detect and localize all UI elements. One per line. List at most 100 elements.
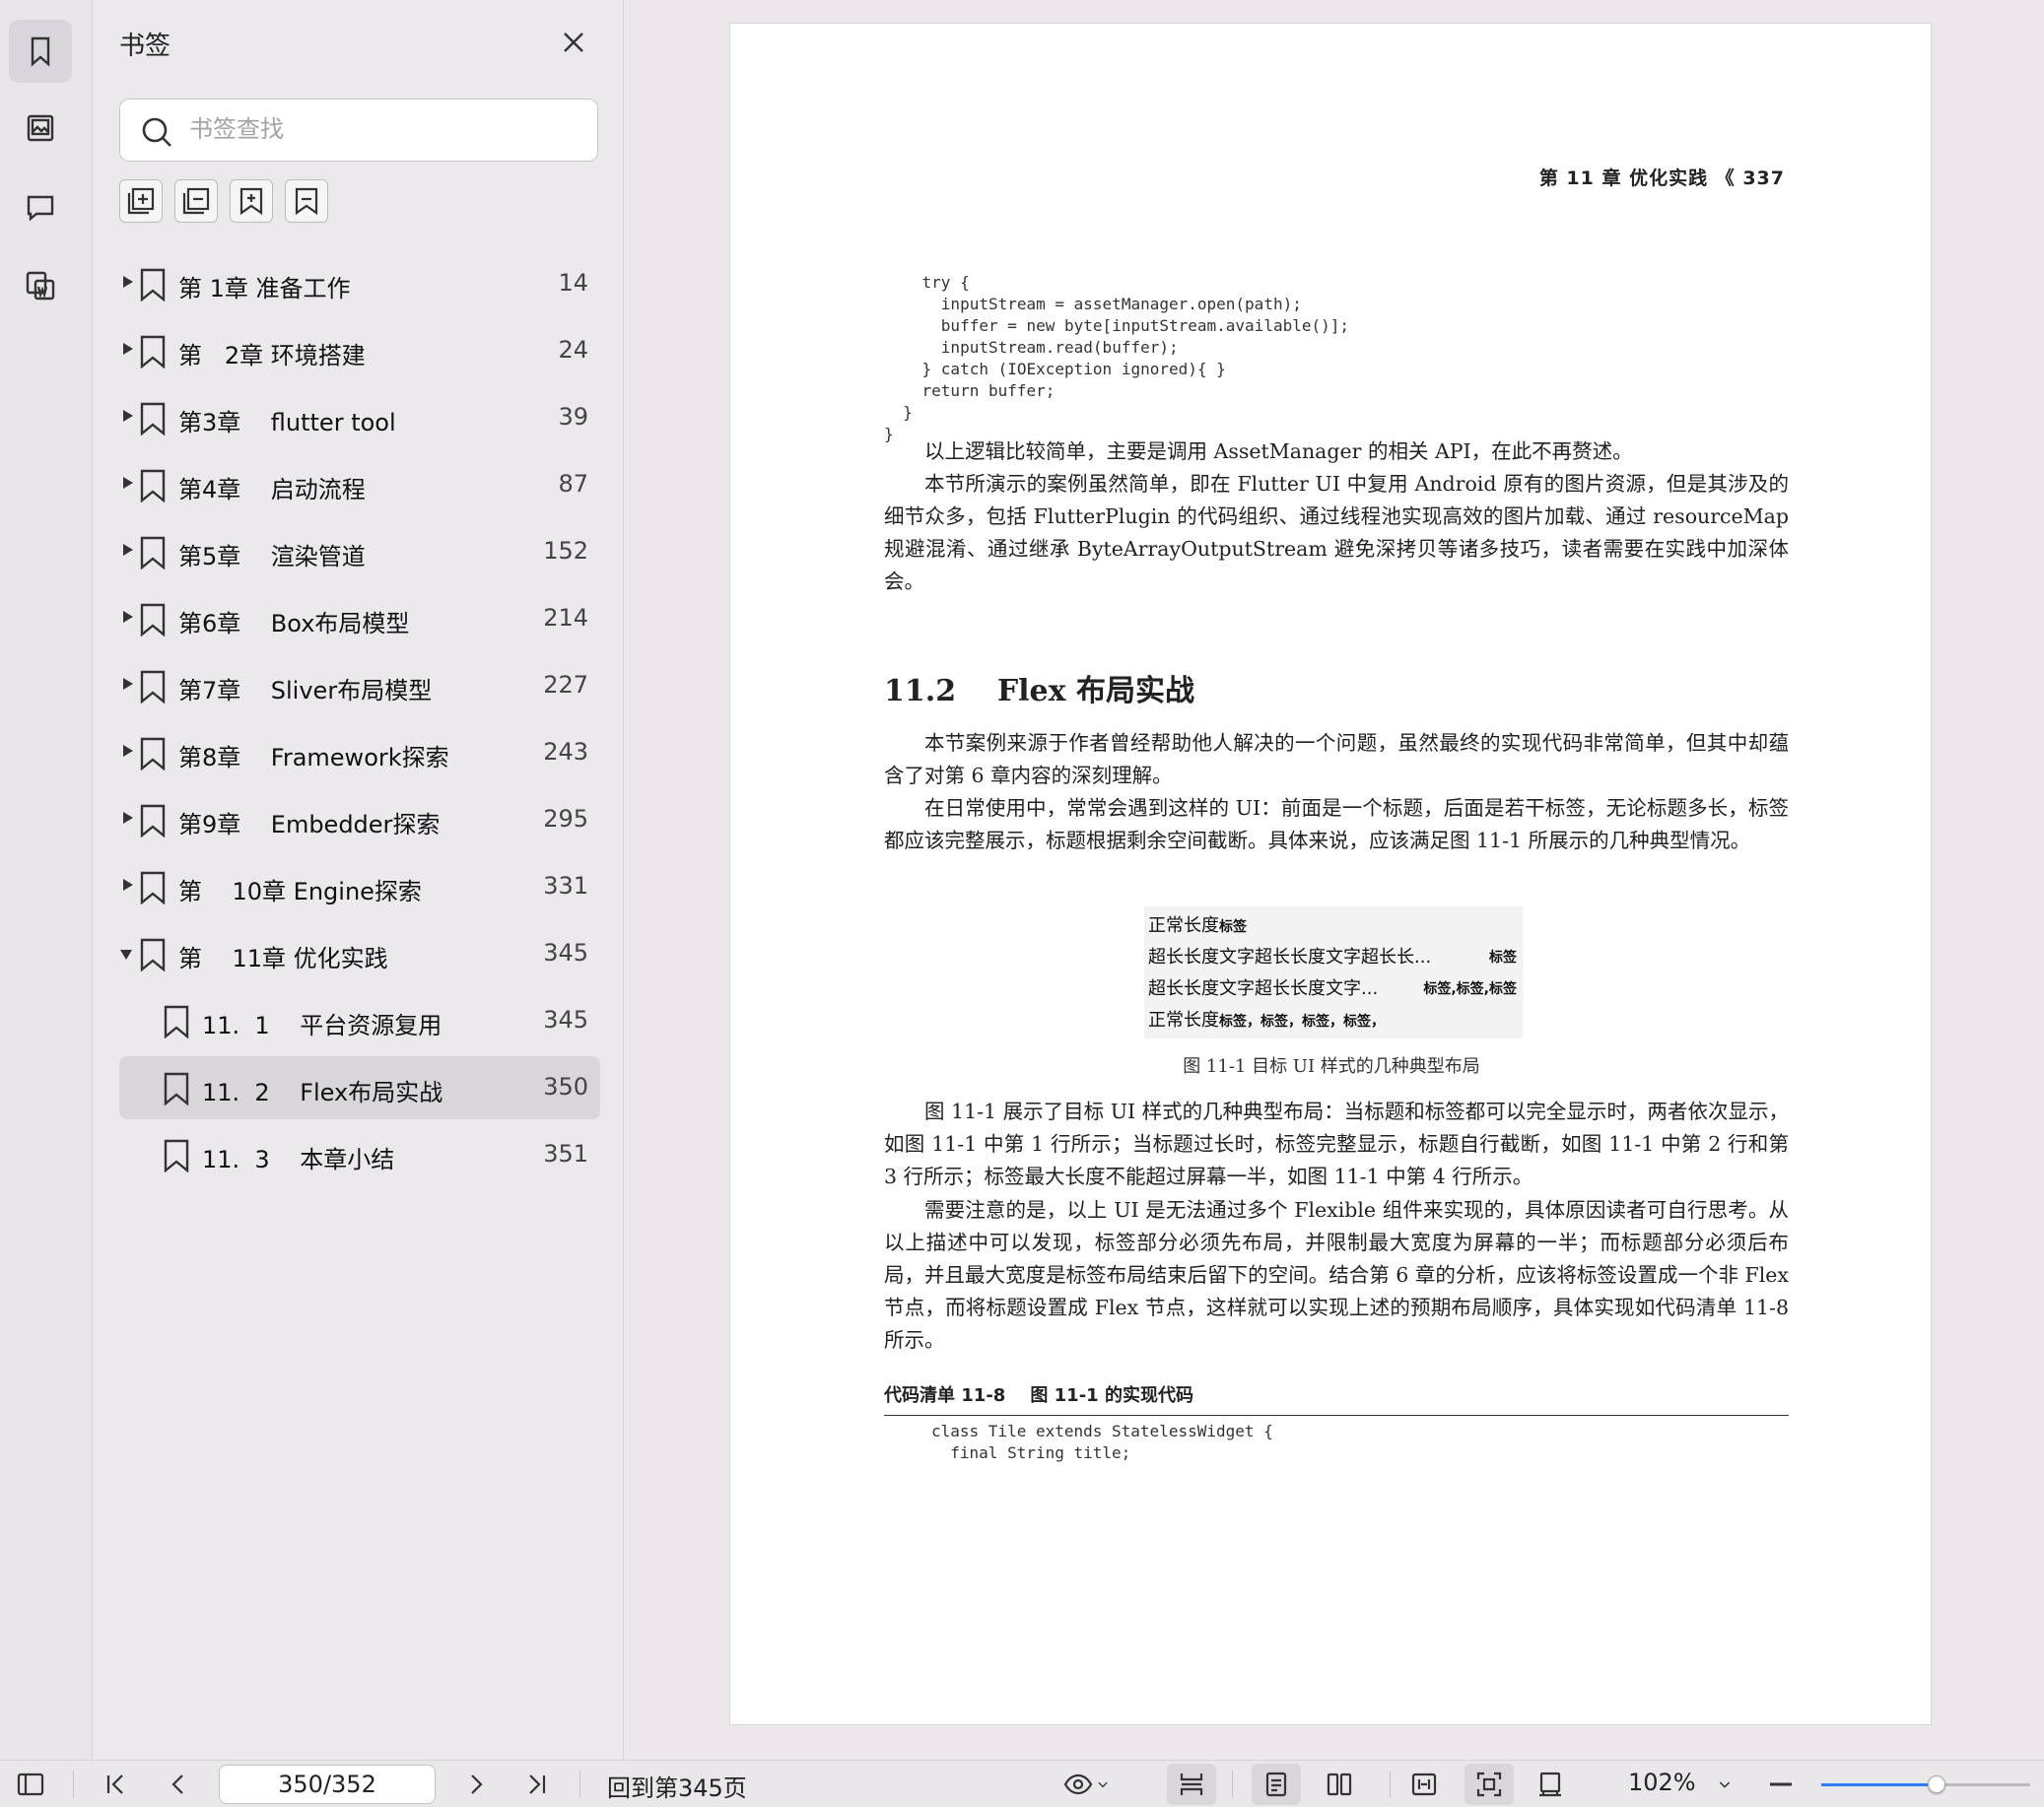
view-mode-dropdown[interactable] <box>1062 1769 1112 1800</box>
bookmark-label: 11. 2 Flex布局实战 <box>202 1079 443 1106</box>
go-back-to-page-link[interactable]: 回到第345页 <box>607 1769 747 1803</box>
collapse-arrow-icon[interactable] <box>123 812 133 824</box>
bookmark-icon <box>139 737 167 771</box>
close-icon <box>564 33 583 52</box>
bookmark-item[interactable]: 第9章 Embedder探索 295 <box>119 788 600 851</box>
divider <box>1390 1771 1391 1798</box>
collapse-arrow-icon[interactable] <box>123 544 133 556</box>
rotate-page-icon <box>1539 1772 1561 1797</box>
zoom-slider[interactable] <box>1821 1775 2030 1793</box>
last-page-button[interactable] <box>522 1769 552 1800</box>
fit-page-icon <box>1180 1774 1203 1795</box>
bookmark-panel: 书签 第 1章 准备工作 14 第 2章 环境搭建 24 第3章 flutter too… <box>94 0 624 1760</box>
bookmark-label: 11. 1 平台资源复用 <box>202 1012 443 1039</box>
collapse-arrow-icon[interactable] <box>123 410 133 422</box>
bookmark-label: 第 2章 环境搭建 <box>178 342 366 369</box>
bookmark-icon <box>139 268 167 302</box>
bookmark-item[interactable]: 第 10章 Engine探索 331 <box>119 855 600 918</box>
document-viewport[interactable]: 第 11 章 优化实践 《 337 try { inputStream = as… <box>625 0 2044 1760</box>
collapse-arrow-icon[interactable] <box>123 678 133 690</box>
figure-caption: 图 11-1 目标 UI 样式的几种典型布局 <box>1183 1056 1480 1077</box>
rotate-button[interactable] <box>1535 1769 1565 1800</box>
sidebar-rail <box>0 0 93 1760</box>
paragraph: 以上逻辑比较简单，主要是调用 AssetManager 的相关 API，在此不再… <box>924 439 1633 463</box>
expand-all-button[interactable] <box>119 179 163 223</box>
collapse-arrow-icon[interactable] <box>123 276 133 288</box>
word-doc-icon <box>26 271 55 301</box>
paragraph: 在日常使用中，常常会遇到这样的 UI：前面是一个标题，后面是若干标签，无论标题多… <box>884 796 1789 852</box>
bookmark-item[interactable]: 第8章 Framework探索 243 <box>119 721 600 784</box>
figure-row: 正常长度标签，标签，标签，标签， <box>1148 1005 1519 1037</box>
search-icon <box>142 117 171 147</box>
chevron-right-icon <box>471 1774 483 1794</box>
bookmark-item[interactable]: 11. 1 平台资源复用 345 <box>119 989 600 1052</box>
zoom-dropdown[interactable] <box>1715 1769 1735 1800</box>
bookmark-item[interactable]: 第4章 启动流程 87 <box>119 453 600 516</box>
section-heading: 11.2 Flex 布局实战 <box>884 674 1194 708</box>
chevron-down-icon <box>1098 1781 1108 1788</box>
sidebar-toggle-icon <box>17 1773 44 1796</box>
collapse-arrow-icon[interactable] <box>123 343 133 355</box>
add-bookmark-icon <box>239 187 263 216</box>
bookmark-item[interactable]: 第 1章 准备工作 14 <box>119 252 600 315</box>
collapse-arrow-icon[interactable] <box>123 879 133 891</box>
zoom-out-button[interactable] <box>1766 1769 1796 1800</box>
bookmark-page-number: 227 <box>543 671 588 699</box>
comment-panel-button[interactable] <box>9 175 72 238</box>
collapse-arrow-icon[interactable] <box>123 477 133 489</box>
bookmark-item[interactable]: 第7章 Sliver布局模型 227 <box>119 654 600 717</box>
eye-icon <box>1063 1774 1093 1795</box>
bookmark-item[interactable]: 第 11章 优化实践 345 <box>119 922 600 985</box>
page-number-input[interactable]: 350/352 <box>219 1765 436 1804</box>
expand-arrow-icon[interactable] <box>120 950 132 960</box>
bookmark-label: 第8章 Framework探索 <box>178 744 449 771</box>
divider <box>73 1771 74 1798</box>
bookmark-item[interactable]: 11. 3 本章小结 351 <box>119 1123 600 1186</box>
bookmark-page-number: 24 <box>558 336 588 364</box>
bookmark-icon <box>139 603 167 637</box>
page-fit-button[interactable] <box>1167 1764 1216 1805</box>
toggle-sidebar-button[interactable] <box>16 1769 45 1800</box>
add-bookmark-button[interactable] <box>230 179 273 223</box>
two-page-button[interactable] <box>1325 1769 1354 1800</box>
bookmark-page-number: 350 <box>543 1073 588 1101</box>
bookmark-panel-button[interactable] <box>9 20 72 83</box>
bookmark-page-number: 351 <box>543 1140 588 1168</box>
previous-page-button[interactable] <box>164 1769 193 1800</box>
chevron-left-icon <box>171 1774 183 1794</box>
collapse-arrow-icon[interactable] <box>123 745 133 757</box>
bookmark-page-number: 243 <box>543 738 588 766</box>
bookmark-item[interactable]: 11. 2 Flex布局实战 350 <box>119 1056 600 1119</box>
collapse-all-button[interactable] <box>174 179 218 223</box>
fit-width-button[interactable] <box>1409 1769 1439 1800</box>
bookmark-label: 第 1章 准备工作 <box>178 275 351 302</box>
figure-row-tag: 标签,标签,标签 <box>1423 981 1517 997</box>
paragraph: 图 11-1 展示了目标 UI 样式的几种典型布局：当标题和标签都可以完全显示时… <box>884 1100 1789 1188</box>
close-panel-button[interactable] <box>559 28 588 57</box>
thumbnail-panel-button[interactable] <box>9 97 72 160</box>
single-page-button[interactable] <box>1252 1764 1301 1805</box>
first-page-button[interactable] <box>101 1769 130 1800</box>
bookmark-page-button[interactable] <box>285 179 328 223</box>
bookmark-label: 第 11章 优化实践 <box>178 945 388 972</box>
actual-size-button[interactable] <box>1465 1764 1514 1805</box>
figure-row-tag: 标签 <box>1489 950 1517 966</box>
bottom-toolbar: 350/352 回到第345页 102% <box>0 1760 2044 1807</box>
zoom-level[interactable]: 102% <box>1628 1769 1696 1796</box>
figure-row-title: 正常长度 <box>1148 915 1219 936</box>
bookmark-icon <box>31 36 50 67</box>
bookmark-icon <box>139 402 167 436</box>
next-page-button[interactable] <box>461 1769 491 1800</box>
bookmark-icon <box>163 1005 190 1039</box>
bookmark-item[interactable]: 第6章 Box布局模型 214 <box>119 587 600 650</box>
bookmark-item[interactable]: 第3章 flutter tool 39 <box>119 386 600 449</box>
collapse-arrow-icon[interactable] <box>123 611 133 623</box>
chevron-down-icon <box>1719 1781 1731 1788</box>
zoom-slider-handle[interactable] <box>1927 1775 1945 1793</box>
bookmark-item[interactable]: 第5章 渲染管道 152 <box>119 520 600 583</box>
bookmark-search-input[interactable] <box>189 100 583 159</box>
collapse-all-icon <box>182 187 210 215</box>
bookmark-item[interactable]: 第 2章 环境搭建 24 <box>119 319 600 382</box>
bookmark-label: 第3章 flutter tool <box>178 409 396 436</box>
word-export-button[interactable] <box>9 254 72 317</box>
